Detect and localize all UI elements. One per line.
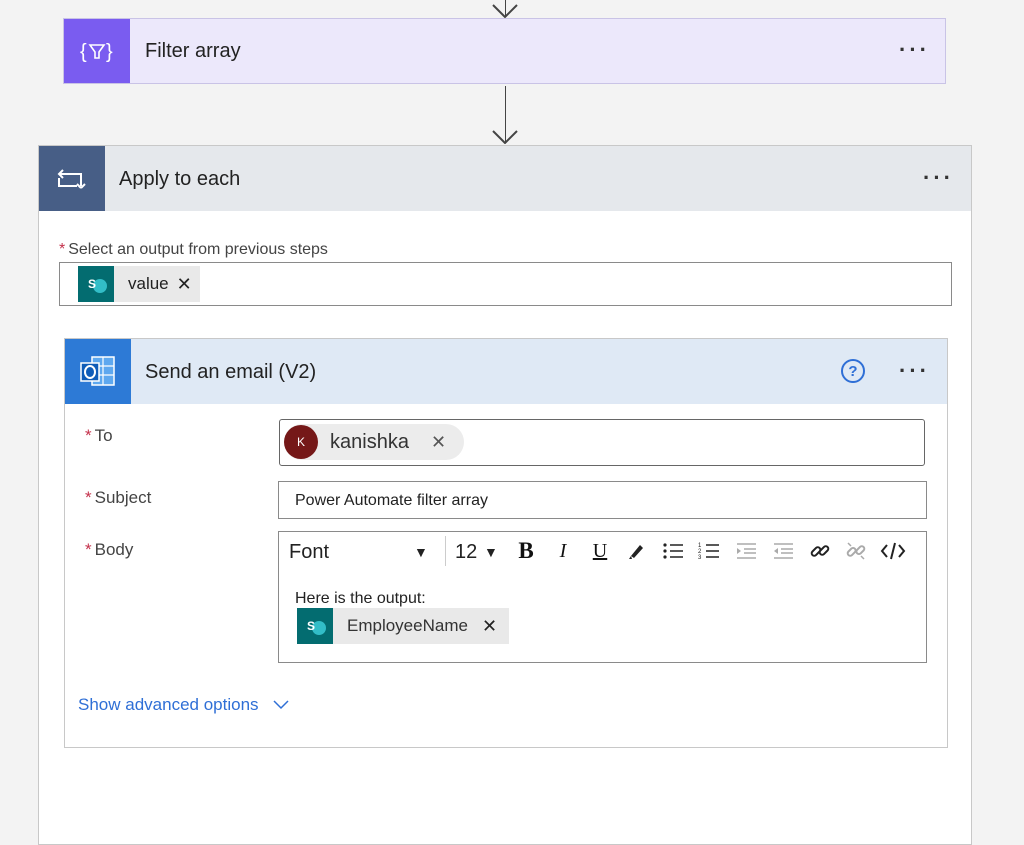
- send-email-card: Send an email (V2) ? ··· * To K kanishka …: [64, 338, 948, 748]
- body-text: Here is the output:: [295, 590, 426, 607]
- employee-name-token[interactable]: S EmployeeName ✕: [297, 608, 509, 644]
- remove-recipient-icon[interactable]: ✕: [431, 432, 446, 453]
- sharepoint-icon: S: [297, 608, 333, 644]
- show-advanced-options-label: Show advanced options: [78, 695, 259, 714]
- apply-to-each-header[interactable]: Apply to each ···: [39, 146, 971, 211]
- recipient-name: kanishka: [330, 430, 409, 453]
- bold-icon[interactable]: B: [512, 538, 540, 564]
- numbered-list-icon[interactable]: 123: [695, 538, 723, 564]
- body-label: * Body: [85, 540, 133, 560]
- sharepoint-letter: S: [306, 619, 315, 633]
- code-view-icon[interactable]: [879, 538, 907, 564]
- svg-text:}: }: [106, 41, 113, 63]
- subject-label: * Subject: [85, 488, 151, 508]
- rich-text-toolbar: Font ▼ 12 ▼ B I U 123: [279, 532, 926, 570]
- to-label-text: To: [94, 426, 113, 445]
- recipient-chip[interactable]: K kanishka ✕: [284, 424, 465, 460]
- apply-to-each-card: Apply to each ··· * Select an output from…: [38, 145, 972, 845]
- filter-array-card[interactable]: { } Filter array ···: [63, 18, 946, 84]
- to-label: * To: [85, 426, 113, 446]
- send-email-title: Send an email (V2): [145, 361, 317, 383]
- highlight-icon[interactable]: [622, 538, 650, 564]
- unlink-icon[interactable]: [842, 538, 870, 564]
- body-label-text: Body: [94, 540, 134, 559]
- bullet-list-icon[interactable]: [659, 538, 687, 564]
- outdent-icon[interactable]: [769, 538, 797, 564]
- required-mark: *: [59, 241, 66, 258]
- chevron-down-icon: [273, 695, 289, 715]
- show-advanced-options-link[interactable]: Show advanced options: [78, 695, 289, 715]
- employee-name-token-label: EmployeeName: [347, 616, 468, 635]
- subject-input[interactable]: Power Automate filter array: [278, 481, 927, 519]
- select-output-input[interactable]: S value ✕: [59, 262, 952, 306]
- remove-employee-token-icon[interactable]: ✕: [482, 616, 497, 637]
- indent-icon[interactable]: [732, 538, 760, 564]
- outlook-icon: [65, 339, 131, 404]
- filter-icon: { }: [64, 19, 130, 83]
- underline-icon[interactable]: U: [586, 538, 614, 564]
- font-size-dropdown-icon[interactable]: ▼: [484, 544, 498, 560]
- flow-connector-top: [492, 0, 518, 18]
- select-output-label-text: Select an output from previous steps: [68, 241, 328, 258]
- required-mark: *: [85, 540, 92, 559]
- select-output-label: * Select an output from previous steps: [59, 241, 328, 259]
- link-icon[interactable]: [806, 538, 834, 564]
- send-email-more-button[interactable]: ···: [899, 358, 930, 384]
- send-email-header[interactable]: Send an email (V2) ? ···: [65, 339, 947, 404]
- value-token-label: value: [128, 274, 169, 293]
- sharepoint-icon: S: [78, 266, 114, 302]
- filter-array-title: Filter array: [145, 40, 241, 62]
- filter-array-more-button[interactable]: ···: [899, 37, 930, 63]
- avatar: K: [284, 425, 318, 459]
- sharepoint-letter: S: [87, 277, 96, 291]
- svg-text:3: 3: [698, 555, 702, 561]
- apply-to-each-more-button[interactable]: ···: [923, 165, 954, 191]
- value-token[interactable]: S value ✕: [78, 266, 200, 302]
- font-size-select[interactable]: 12: [455, 541, 477, 564]
- remove-value-token-icon[interactable]: ✕: [177, 274, 192, 295]
- svg-text:{: {: [80, 41, 87, 63]
- help-icon[interactable]: ?: [841, 359, 865, 383]
- loop-icon: [39, 146, 105, 211]
- italic-icon[interactable]: I: [549, 538, 577, 564]
- flow-connector: [492, 86, 518, 144]
- font-dropdown-icon[interactable]: ▼: [414, 544, 428, 560]
- to-field[interactable]: K kanishka ✕: [279, 419, 925, 466]
- font-select[interactable]: Font: [289, 541, 329, 564]
- subject-label-text: Subject: [94, 488, 152, 507]
- required-mark: *: [85, 426, 92, 445]
- body-editor[interactable]: Font ▼ 12 ▼ B I U 123 Here is the output…: [278, 531, 927, 663]
- apply-to-each-title: Apply to each: [119, 168, 241, 190]
- required-mark: *: [85, 488, 92, 507]
